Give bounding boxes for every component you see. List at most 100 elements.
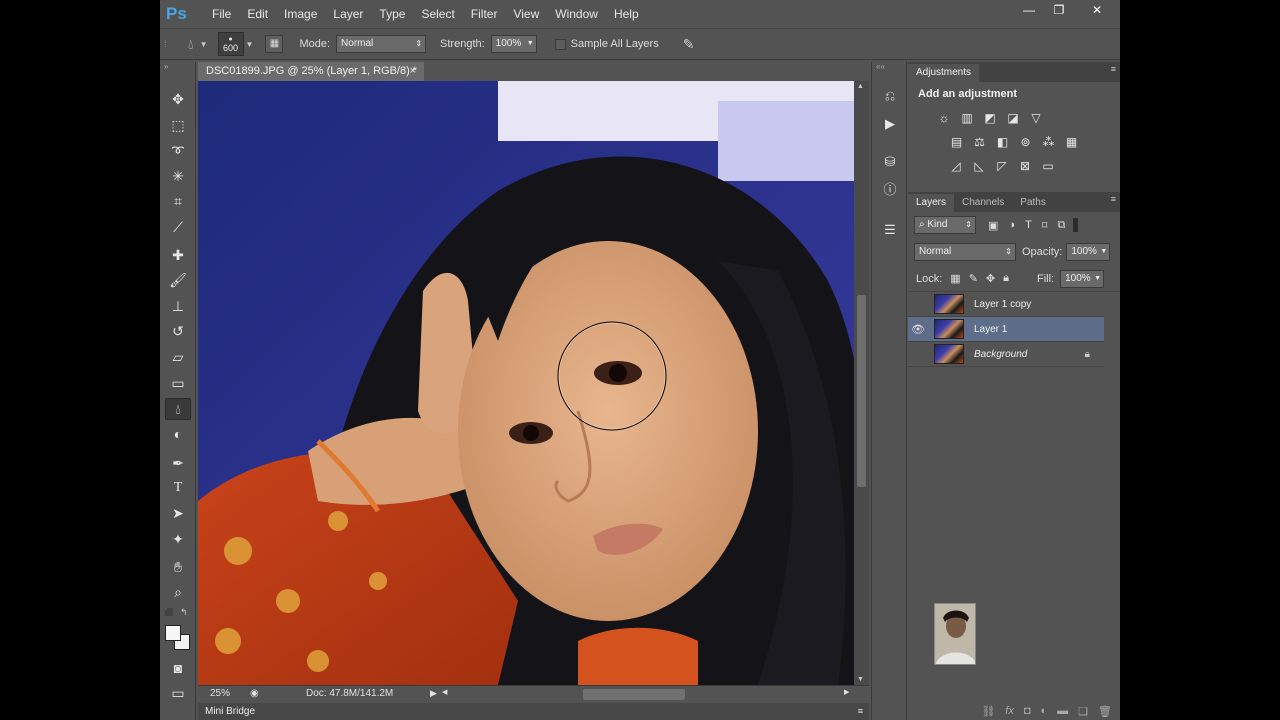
panel-options-icon[interactable]: ≡ bbox=[1111, 64, 1116, 74]
layer-name[interactable]: Layer 1 bbox=[974, 324, 1007, 335]
tab-paths[interactable]: Paths bbox=[1012, 194, 1054, 212]
visibility-toggle-empty[interactable]: ● bbox=[908, 298, 928, 310]
crop-tool-icon[interactable]: ⌗ bbox=[165, 190, 191, 212]
scroll-up-arrow-icon[interactable]: ▲ bbox=[857, 83, 864, 90]
invert-icon[interactable]: ◿ bbox=[948, 158, 964, 174]
panel-menu-icon[interactable]: ≡ bbox=[858, 703, 863, 720]
mode-select[interactable]: Normal ⇕ bbox=[336, 35, 427, 53]
brush-tool-icon[interactable]: 🖌︎ bbox=[165, 269, 191, 291]
vertical-scroll-thumb[interactable] bbox=[857, 295, 866, 487]
photo-filter-icon[interactable]: ⊚ bbox=[1018, 134, 1034, 150]
filter-toggle-switch[interactable] bbox=[1073, 218, 1079, 232]
hscroll-right-arrow-icon[interactable]: ▶ bbox=[844, 688, 849, 696]
sample-all-layers-checkbox[interactable] bbox=[554, 38, 566, 50]
menu-help[interactable]: Help bbox=[606, 7, 647, 21]
menu-image[interactable]: Image bbox=[276, 7, 325, 21]
history-panel-icon[interactable]: ⎌ bbox=[879, 86, 901, 106]
layer-style-icon[interactable]: fx bbox=[1005, 705, 1014, 717]
vertical-scrollbar[interactable]: ▲ ▼ bbox=[854, 81, 869, 685]
scroll-down-arrow-icon[interactable]: ▼ bbox=[857, 676, 864, 683]
foreground-color-swatch[interactable] bbox=[165, 625, 181, 641]
magic-wand-tool-icon[interactable]: ✳ bbox=[165, 165, 191, 187]
fill-input[interactable]: 100% ▼ bbox=[1060, 269, 1105, 288]
clone-stamp-tool-icon[interactable]: ⊥ bbox=[165, 295, 191, 317]
vibrance-icon[interactable]: ▽ bbox=[1028, 110, 1044, 126]
toolbar-collapse-icon[interactable]: » bbox=[164, 62, 168, 71]
exposure-icon[interactable]: ◪ bbox=[1005, 110, 1021, 126]
default-colors-icon[interactable]: ⬛ bbox=[164, 608, 174, 617]
properties-panel-icon[interactable]: ☰ bbox=[879, 220, 901, 240]
screen-mode-icon[interactable]: ▭ bbox=[165, 682, 191, 704]
hue-saturation-icon[interactable]: ▤ bbox=[949, 134, 965, 150]
document-tab[interactable]: DSC01899.JPG @ 25% (Layer 1, RGB/8) * × bbox=[198, 62, 424, 81]
preset-dropdown-arrow-icon[interactable]: ▼ bbox=[200, 40, 208, 49]
filter-smart-object-icon[interactable]: ⧉ bbox=[1057, 219, 1065, 232]
strength-input[interactable]: 100% ▼ bbox=[490, 35, 537, 53]
threshold-icon[interactable]: ◸ bbox=[994, 158, 1010, 174]
path-selection-tool-icon[interactable]: ➤ bbox=[165, 502, 191, 524]
dodge-tool-icon[interactable]: ◐ bbox=[165, 423, 191, 445]
tool-presets-panel-icon[interactable]: ⛁ bbox=[879, 152, 901, 172]
zoom-level[interactable]: 25% bbox=[210, 688, 230, 699]
tab-layers[interactable]: Layers bbox=[908, 194, 955, 212]
actions-panel-icon[interactable]: ▶ bbox=[879, 114, 901, 134]
opacity-input[interactable]: 100% ▼ bbox=[1066, 243, 1111, 261]
gradient-map-icon[interactable]: ▭ bbox=[1040, 158, 1056, 174]
lock-transparent-icon[interactable]: ▦ bbox=[950, 272, 960, 285]
lasso-tool-icon[interactable]: ➰︎ bbox=[165, 140, 191, 162]
pen-tool-icon[interactable]: ✒ bbox=[165, 452, 191, 474]
layers-panel-options-icon[interactable]: ≡ bbox=[1111, 194, 1116, 204]
dock-collapse-icon[interactable]: «« bbox=[876, 62, 885, 71]
marquee-tool-icon[interactable]: ⬚ bbox=[165, 114, 191, 136]
status-menu-arrow-icon[interactable]: ▶ bbox=[430, 688, 437, 699]
hscroll-left-arrow-icon[interactable]: ◀ bbox=[442, 688, 447, 696]
brightness-contrast-icon[interactable]: ☼ bbox=[936, 110, 952, 126]
menu-file[interactable]: File bbox=[204, 7, 239, 21]
type-tool-icon[interactable]: T bbox=[165, 477, 191, 499]
mini-bridge-bar[interactable]: Mini Bridge ≡ bbox=[198, 703, 869, 720]
menu-filter[interactable]: Filter bbox=[463, 7, 506, 21]
tab-adjustments[interactable]: Adjustments bbox=[908, 64, 980, 82]
new-group-icon[interactable]: ▬ bbox=[1057, 705, 1068, 717]
selective-color-icon[interactable]: ⊠ bbox=[1017, 158, 1033, 174]
filter-type-icon[interactable]: T bbox=[1025, 219, 1032, 231]
filter-pixel-icon[interactable]: ▣ bbox=[988, 219, 998, 232]
menu-window[interactable]: Window bbox=[547, 7, 606, 21]
info-panel-icon[interactable]: ⓘ bbox=[879, 180, 901, 200]
link-layers-icon[interactable]: ⛓ bbox=[981, 705, 995, 718]
status-info-icon[interactable]: ◉ bbox=[250, 688, 259, 699]
channel-mixer-icon[interactable]: ⁂ bbox=[1041, 134, 1057, 150]
black-white-icon[interactable]: ◧ bbox=[995, 134, 1011, 150]
document-canvas[interactable] bbox=[198, 81, 854, 685]
quick-mask-icon[interactable]: ◙ bbox=[165, 657, 191, 679]
brush-dropdown-arrow-icon[interactable]: ▼ bbox=[246, 40, 254, 49]
history-brush-tool-icon[interactable]: ↺ bbox=[165, 320, 191, 342]
menu-type[interactable]: Type bbox=[371, 7, 413, 21]
lock-image-icon[interactable]: ✎ bbox=[969, 272, 978, 285]
tab-close-icon[interactable]: × bbox=[410, 62, 416, 81]
layer-name[interactable]: Background bbox=[974, 349, 1027, 360]
move-tool-icon[interactable]: ✥ bbox=[165, 88, 191, 110]
tab-channels[interactable]: Channels bbox=[954, 194, 1012, 212]
blend-mode-select[interactable]: Normal ⇕ bbox=[914, 243, 1016, 261]
color-lookup-icon[interactable]: ▦ bbox=[1064, 134, 1080, 150]
layer-row-background[interactable]: ● Background 🔒︎ bbox=[908, 342, 1104, 367]
brush-panel-toggle-icon[interactable]: ▦ bbox=[265, 35, 284, 53]
healing-brush-tool-icon[interactable]: ✚ bbox=[165, 244, 191, 266]
menu-select[interactable]: Select bbox=[413, 7, 462, 21]
shape-tool-icon[interactable]: ✦ bbox=[165, 528, 191, 550]
blur-tool-icon[interactable]: 💧︎ bbox=[165, 398, 191, 420]
hand-tool-icon[interactable]: ✋︎ bbox=[165, 556, 191, 578]
layer-row-layer-1-copy[interactable]: ● Layer 1 copy bbox=[908, 292, 1104, 317]
gradient-tool-icon[interactable]: ▭ bbox=[165, 372, 191, 394]
close-button[interactable]: ✕ bbox=[1074, 0, 1120, 20]
eye-icon[interactable]: 👁︎ bbox=[908, 323, 928, 336]
lock-all-icon[interactable]: 🔒︎ bbox=[1003, 272, 1009, 285]
menu-view[interactable]: View bbox=[505, 7, 547, 21]
menu-edit[interactable]: Edit bbox=[239, 7, 276, 21]
visibility-toggle-empty[interactable]: ● bbox=[908, 348, 928, 360]
new-adjustment-layer-icon[interactable]: ◐ bbox=[1041, 705, 1048, 717]
brush-size-picker[interactable]: ● 600 bbox=[217, 32, 244, 56]
swap-colors-icon[interactable]: ↰ bbox=[180, 607, 188, 618]
filter-shape-icon[interactable]: ⌑ bbox=[1042, 219, 1048, 232]
